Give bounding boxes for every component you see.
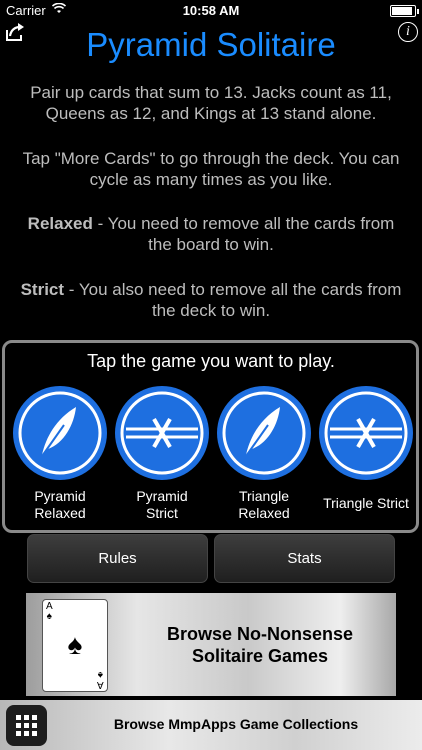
instructions-pairing: Pair up cards that sum to 13. Jacks coun…	[30, 83, 392, 123]
browse-collections-label: Browse MmpApps Game Collections	[113, 716, 359, 732]
barbed-wire-icon	[115, 386, 209, 480]
game-label: Pyramid Relaxed	[34, 488, 86, 521]
game-label: Triangle Strict	[323, 495, 409, 511]
page-title: Pyramid Solitaire	[86, 26, 336, 63]
strict-description: - You also need to remove all the cards …	[64, 280, 402, 320]
grid-icon	[6, 705, 47, 746]
game-picker-caption: Tap the game you want to play.	[87, 351, 335, 371]
browse-solitaire-label: Browse No-Nonsense Solitaire Games	[166, 624, 354, 666]
strict-label: Strict	[20, 280, 65, 299]
status-time: 10:58 AM	[182, 3, 240, 18]
browse-collections-bar[interactable]: Browse MmpApps Game Collections	[0, 700, 422, 750]
feather-icon	[217, 386, 311, 480]
browse-solitaire-banner[interactable]: A ♠ ♠ A ♠ Browse No-Nonsense Solitaire Game…	[26, 593, 396, 696]
instructions-strict: Strict - You also need to remove all the…	[20, 279, 402, 321]
instructions-deck: Tap "More Cards" to go through the deck.…	[22, 149, 400, 189]
game-triangle-strict[interactable]: Triangle Strict	[316, 385, 416, 525]
stats-button[interactable]: Stats	[214, 534, 395, 583]
card-corner: A ♠	[46, 601, 53, 622]
game-pyramid-strict[interactable]: Pyramid Strict	[112, 385, 212, 525]
battery-icon	[390, 5, 419, 17]
ace-of-spades-card: A ♠ ♠ A ♠	[42, 599, 108, 692]
game-label: Pyramid Strict	[136, 488, 188, 521]
relaxed-description: - You need to remove all the cards from …	[92, 214, 395, 254]
relaxed-label: Relaxed	[27, 214, 93, 233]
card-corner: A ♠	[97, 669, 104, 690]
barbed-wire-icon	[319, 386, 413, 480]
instructions-relaxed: Relaxed - You need to remove all the car…	[20, 213, 402, 255]
game-triangle-relaxed[interactable]: Triangle Relaxed	[214, 385, 314, 525]
status-bar: Carrier 10:58 AM	[0, 0, 422, 22]
feather-icon	[13, 386, 107, 480]
rules-button[interactable]: Rules	[27, 534, 208, 583]
game-label: Triangle Relaxed	[238, 488, 290, 521]
spade-icon: ♠	[67, 629, 83, 660]
game-pyramid-relaxed[interactable]: Pyramid Relaxed	[10, 385, 110, 525]
